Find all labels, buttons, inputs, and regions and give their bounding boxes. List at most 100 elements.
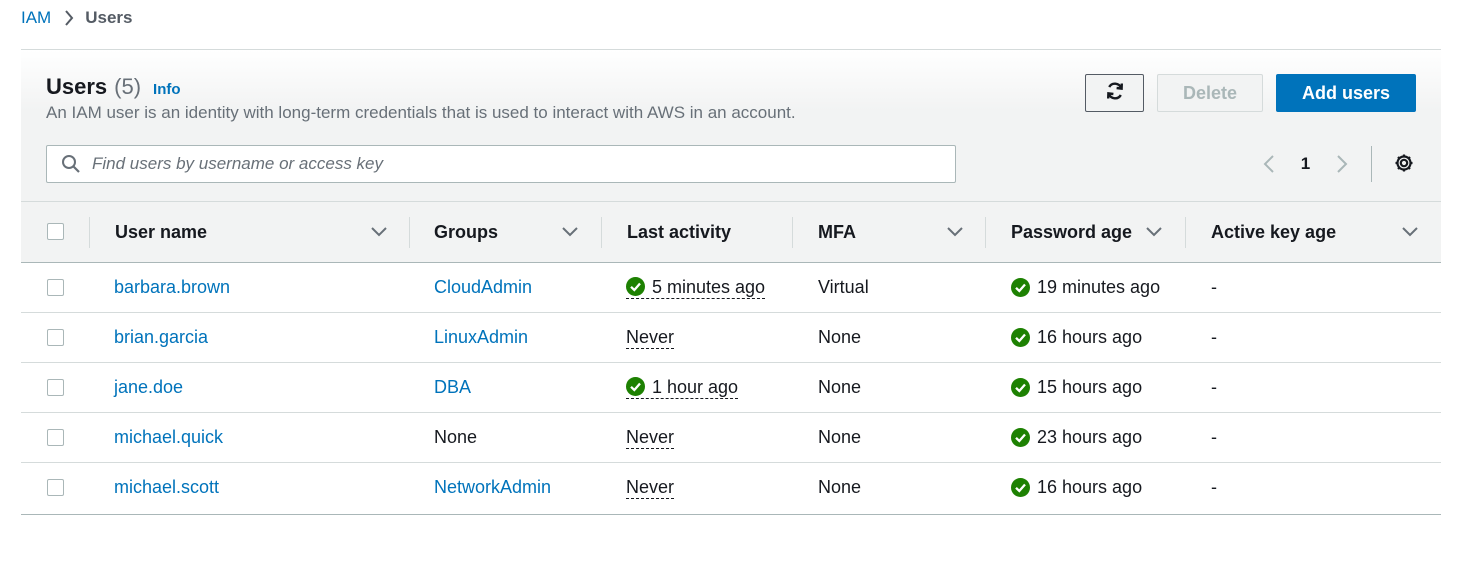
- row-checkbox[interactable]: [47, 479, 64, 496]
- column-header-active-key-age[interactable]: Active key age: [1211, 202, 1336, 263]
- column-divider: [985, 217, 986, 248]
- column-divider: [409, 217, 410, 248]
- group-link[interactable]: CloudAdmin: [434, 263, 532, 312]
- row-checkbox[interactable]: [47, 429, 64, 446]
- check-circle-icon: [1011, 328, 1030, 347]
- caret-down-icon[interactable]: [1401, 225, 1419, 239]
- add-users-button[interactable]: Add users: [1276, 74, 1416, 112]
- next-page-icon[interactable]: [1330, 154, 1354, 174]
- password-age: 15 hours ago: [1011, 363, 1142, 412]
- breadcrumb-iam-link[interactable]: IAM: [21, 8, 51, 28]
- check-circle-icon: [1011, 428, 1030, 447]
- check-circle-icon: [1011, 278, 1030, 297]
- check-circle-icon: [1011, 378, 1030, 397]
- last-activity: Never: [626, 313, 675, 362]
- table-header: User name Groups Last activity MFA Passw…: [21, 202, 1441, 263]
- search-field[interactable]: [46, 145, 956, 183]
- password-age-text: 23 hours ago: [1037, 427, 1143, 447]
- breadcrumb-current: Users: [85, 8, 133, 27]
- user-name-link[interactable]: michael.scott: [114, 463, 219, 512]
- active-key-age: -: [1211, 377, 1217, 397]
- column-divider: [89, 217, 90, 248]
- password-age-text: 16 hours ago: [1037, 477, 1143, 497]
- last-activity-text[interactable]: Never: [626, 477, 675, 499]
- caret-down-icon[interactable]: [1145, 225, 1163, 239]
- chevron-right-icon: [64, 10, 74, 26]
- last-activity-text[interactable]: Never: [626, 327, 675, 349]
- password-age: 16 hours ago: [1011, 463, 1142, 512]
- table-row: michael.quick None Never None 23 hours a…: [21, 413, 1441, 463]
- active-key-age: -: [1211, 477, 1217, 497]
- table-row: barbara.brown CloudAdmin 5 minutes ago V…: [21, 263, 1441, 313]
- pagination-divider: [1371, 146, 1372, 182]
- last-activity-text: 5 minutes ago: [652, 276, 766, 297]
- column-header-groups[interactable]: Groups: [434, 202, 498, 263]
- search-icon: [61, 154, 81, 174]
- password-age-text: 15 hours ago: [1037, 377, 1143, 397]
- info-link[interactable]: Info: [153, 81, 181, 98]
- mfa-value: Virtual: [818, 277, 869, 297]
- row-checkbox[interactable]: [47, 379, 64, 396]
- last-activity: 5 minutes ago: [626, 263, 766, 312]
- mfa-value: None: [818, 477, 862, 497]
- row-checkbox[interactable]: [47, 279, 64, 296]
- last-activity-status[interactable]: 1 hour ago: [626, 376, 739, 399]
- password-age: 19 minutes ago: [1011, 263, 1160, 312]
- password-age-text: 19 minutes ago: [1037, 277, 1161, 297]
- mfa-value: None: [818, 377, 862, 397]
- breadcrumb: IAM Users: [21, 6, 133, 30]
- pagination: 1: [1257, 148, 1354, 180]
- column-divider: [1185, 217, 1186, 248]
- last-activity-text[interactable]: Never: [626, 427, 675, 449]
- password-age-text: 16 hours ago: [1037, 327, 1143, 347]
- group-link[interactable]: LinuxAdmin: [434, 313, 528, 362]
- last-activity: Never: [626, 413, 675, 462]
- table-row: jane.doe DBA 1 hour ago None 15 hours ag…: [21, 363, 1441, 413]
- user-name-link[interactable]: michael.quick: [114, 413, 223, 462]
- column-header-user-name[interactable]: User name: [115, 202, 207, 263]
- search-input[interactable]: [90, 153, 930, 175]
- caret-down-icon[interactable]: [946, 225, 964, 239]
- user-name-link[interactable]: barbara.brown: [114, 263, 230, 312]
- mfa-value: None: [818, 427, 862, 447]
- last-activity-text: 1 hour ago: [652, 376, 739, 397]
- page-description: An IAM user is an identity with long-ter…: [46, 103, 796, 122]
- column-header-password-age[interactable]: Password age: [1011, 202, 1132, 263]
- table-row: brian.garcia LinuxAdmin Never None 16 ho…: [21, 313, 1441, 363]
- user-name-link[interactable]: brian.garcia: [114, 313, 208, 362]
- check-circle-icon: [626, 277, 645, 296]
- caret-down-icon[interactable]: [370, 225, 388, 239]
- password-age: 16 hours ago: [1011, 313, 1142, 362]
- title-row: Users (5) Info: [46, 74, 181, 100]
- group-link[interactable]: DBA: [434, 363, 471, 412]
- column-header-last-activity[interactable]: Last activity: [627, 202, 731, 263]
- active-key-age: -: [1211, 427, 1217, 447]
- users-table-panel: Users (5) Info An IAM user is an identit…: [21, 49, 1441, 515]
- column-divider: [792, 217, 793, 248]
- user-name-link[interactable]: jane.doe: [114, 363, 183, 412]
- check-circle-icon: [1011, 478, 1030, 497]
- gear-icon[interactable]: [1393, 152, 1415, 174]
- user-count: (5): [114, 74, 142, 99]
- mfa-value: None: [818, 327, 862, 347]
- current-page-number[interactable]: 1: [1281, 154, 1330, 174]
- refresh-icon: [1105, 81, 1125, 106]
- caret-down-icon[interactable]: [561, 225, 579, 239]
- delete-button[interactable]: Delete: [1157, 74, 1263, 112]
- refresh-button[interactable]: [1085, 74, 1144, 112]
- group-link[interactable]: NetworkAdmin: [434, 463, 551, 512]
- previous-page-icon[interactable]: [1257, 154, 1281, 174]
- select-all-checkbox[interactable]: [47, 223, 64, 240]
- group-value: None: [434, 427, 478, 447]
- panel-header: Users (5) Info An IAM user is an identit…: [21, 50, 1441, 202]
- last-activity: Never: [626, 463, 675, 512]
- last-activity-status[interactable]: 5 minutes ago: [626, 276, 766, 299]
- column-divider: [601, 217, 602, 248]
- row-checkbox[interactable]: [47, 329, 64, 346]
- table-row: michael.scott NetworkAdmin Never None 16…: [21, 463, 1441, 513]
- active-key-age: -: [1211, 327, 1217, 347]
- password-age: 23 hours ago: [1011, 413, 1142, 462]
- last-activity: 1 hour ago: [626, 363, 739, 412]
- active-key-age: -: [1211, 277, 1217, 297]
- column-header-mfa[interactable]: MFA: [818, 202, 856, 263]
